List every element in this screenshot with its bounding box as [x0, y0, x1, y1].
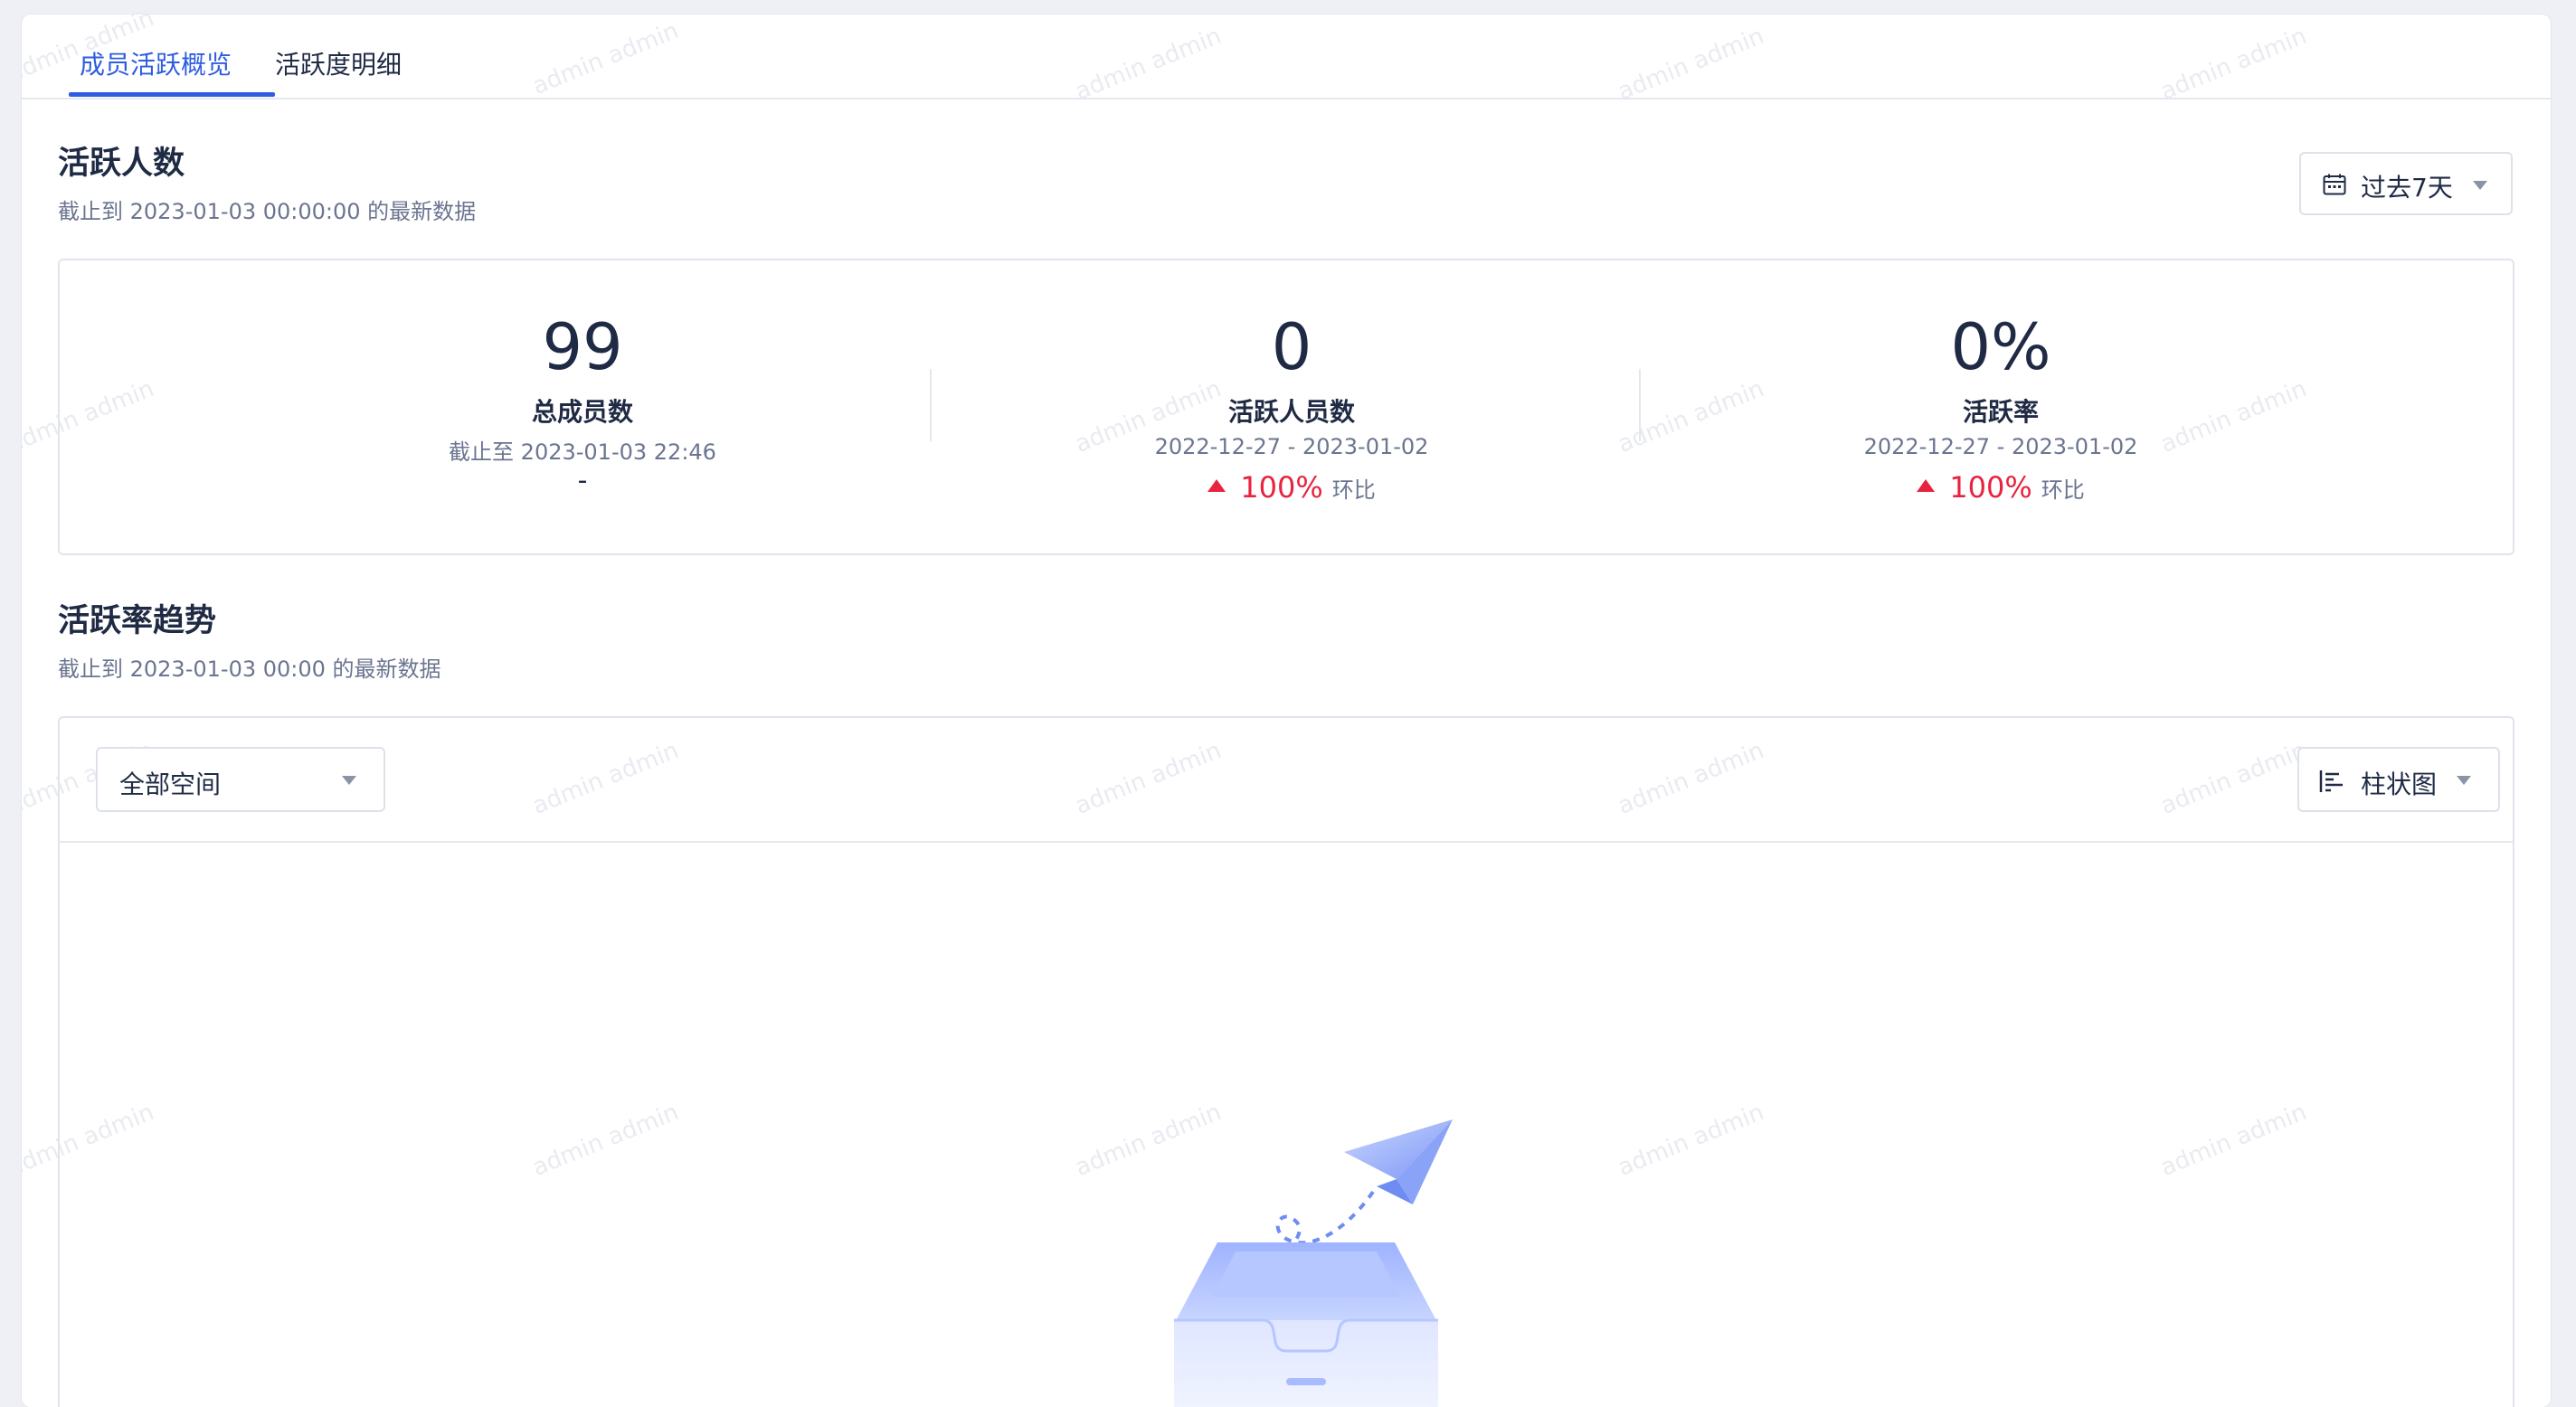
stat-change-value: 100%: [1949, 470, 2032, 505]
arrow-up-icon: [1917, 479, 1936, 492]
bar-chart-icon: [2319, 770, 2343, 792]
chart-type-value: 柱状图: [2361, 770, 2438, 799]
date-range-button[interactable]: 过去7天: [2299, 152, 2513, 215]
trend-subtitle: 截止到 2023-01-03 00:00 的最新数据: [58, 656, 441, 682]
tab-activity-details[interactable]: 活跃度明细: [275, 45, 402, 81]
space-select-value: 全部空间: [119, 770, 222, 799]
stat-label: 总成员数: [531, 397, 633, 427]
stat-change: 100% 环比: [1020, 470, 1563, 505]
chevron-down-icon: [2457, 776, 2471, 785]
chart-toolbar: 全部空间 柱状图: [60, 718, 2513, 843]
tab-bar: 成员活跃概览 活跃度明细: [22, 14, 2551, 99]
stat-compare-label: 环比: [2041, 477, 2085, 503]
tab-member-activity-overview[interactable]: 成员活跃概览: [80, 45, 232, 81]
stat-period: 截止至 2023-01-03 22:46: [449, 439, 716, 465]
trend-title: 活跃率趋势: [58, 603, 217, 639]
chevron-down-icon: [2473, 181, 2487, 190]
space-select[interactable]: 全部空间: [96, 747, 385, 812]
chart-type-select[interactable]: 柱状图: [2297, 747, 2500, 812]
date-range-label: 过去7天: [2361, 173, 2453, 203]
active-tab-indicator: [69, 92, 275, 97]
divider: [1639, 369, 1641, 441]
chevron-down-icon: [342, 776, 356, 785]
trend-chart-panel: 全部空间 柱状图: [58, 716, 2514, 1407]
stat-label: 活跃率: [1962, 397, 2039, 427]
stat-compare-label: 环比: [1331, 477, 1376, 503]
calendar-icon: [2323, 174, 2346, 195]
stat-change-value: 100%: [1240, 470, 1323, 505]
arrow-up-icon: [1208, 479, 1226, 492]
stat-value: 0%: [1950, 310, 2051, 384]
stat-period: 2022-12-27 - 2023-01-02: [1154, 434, 1429, 459]
stat-period: 2022-12-27 - 2023-01-02: [1863, 434, 2138, 459]
empty-inbox-paper-plane-icon: [1174, 1119, 1453, 1407]
stat-value: 0: [1271, 310, 1312, 384]
active-count-subtitle: 截止到 2023-01-03 00:00:00 的最新数据: [58, 199, 477, 224]
stat-label: 活跃人员数: [1227, 397, 1355, 427]
active-count-title: 活跃人数: [58, 146, 185, 182]
divider: [930, 369, 932, 441]
stat-value: 99: [542, 310, 623, 384]
stat-change: 100% 环比: [1729, 470, 2272, 505]
main-card: admin admin admin admin admin admin admi…: [22, 14, 2551, 1407]
stat-change: -: [577, 465, 588, 496]
stats-panel: 99 总成员数 截止至 2023-01-03 22:46 - 0 活跃人员数 2…: [58, 259, 2514, 555]
